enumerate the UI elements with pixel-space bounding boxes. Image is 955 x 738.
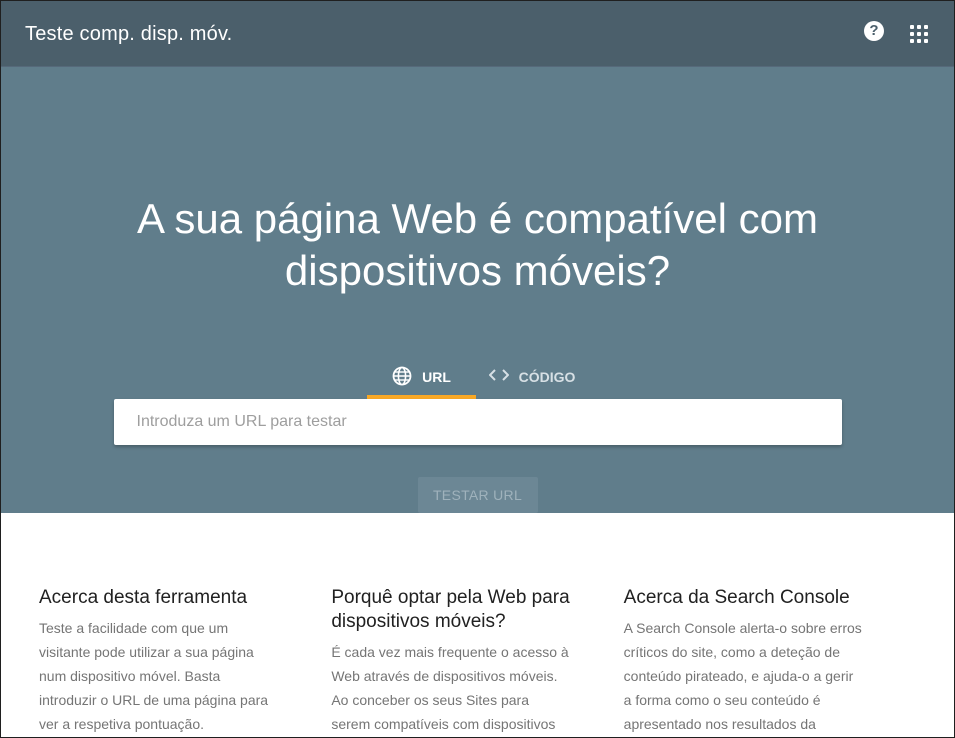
test-url-button[interactable]: TESTAR URL xyxy=(417,477,538,513)
hero-section: A sua página Web é compatível com dispos… xyxy=(1,67,954,513)
info-title: Porquê optar pela Web para dispositivos … xyxy=(331,587,570,632)
hero-title: A sua página Web é compatível com dispos… xyxy=(137,195,818,294)
info-column-about-tool: Acerca desta ferramenta Teste a facilida… xyxy=(39,586,331,737)
globe-icon xyxy=(392,366,412,389)
tab-url-label: URL xyxy=(422,369,451,386)
apps-grid-icon[interactable] xyxy=(910,24,928,43)
info-column-why-mobile: Porquê optar pela Web para dispositivos … xyxy=(331,586,623,737)
tab-code-label: CÓDIGO xyxy=(518,369,576,386)
info-title: Acerca desta ferramenta xyxy=(39,587,248,608)
top-app-bar: Teste comp. disp. móv. ? xyxy=(1,1,954,67)
tab-code[interactable]: CÓDIGO xyxy=(476,355,588,399)
info-text: Teste a facilidade com que um visitante … xyxy=(39,620,269,732)
info-text: É cada vez mais frequente o acesso à Web… xyxy=(331,644,569,732)
url-input-container xyxy=(113,399,842,446)
tab-url[interactable]: URL xyxy=(367,355,476,400)
page-frame: Teste comp. disp. móv. ? A sua página We… xyxy=(0,0,955,738)
info-title: Acerca da Search Console xyxy=(623,587,850,608)
info-section: Acerca desta ferramenta Teste a facilida… xyxy=(1,586,954,737)
url-input[interactable] xyxy=(113,399,842,446)
app-title: Teste comp. disp. móv. xyxy=(25,23,233,45)
input-mode-tabs: URL CÓDIGO xyxy=(367,355,588,400)
top-actions: ? xyxy=(864,20,928,43)
code-brackets-icon xyxy=(488,368,510,386)
help-icon[interactable]: ? xyxy=(864,20,884,41)
info-column-search-console: Acerca da Search Console A Search Consol… xyxy=(623,586,916,737)
info-text: A Search Console alerta-o sobre erros cr… xyxy=(623,620,862,732)
